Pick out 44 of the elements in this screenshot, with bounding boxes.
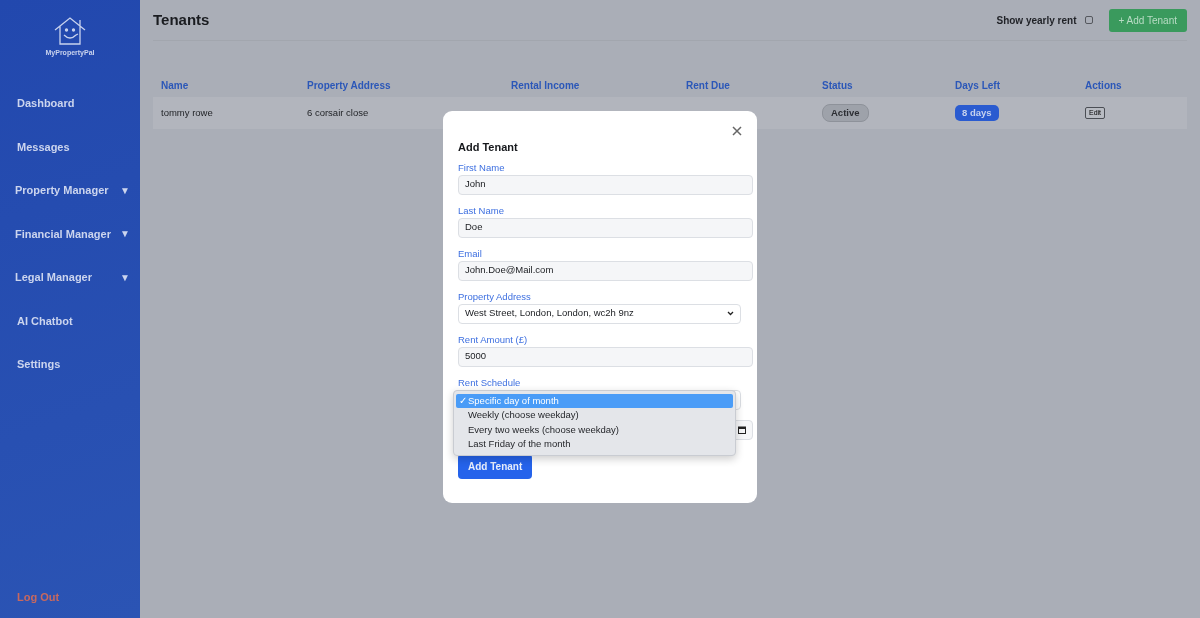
close-icon[interactable] bbox=[730, 123, 744, 137]
column-header: Days Left bbox=[955, 78, 1001, 93]
dropdown-option[interactable]: ✓Specific day of month bbox=[456, 393, 733, 408]
column-header: Status bbox=[822, 78, 854, 93]
sidebar-item[interactable]: Dashboard bbox=[0, 81, 140, 125]
input-field[interactable]: 5000 bbox=[458, 346, 753, 367]
sidebar-item[interactable]: Property Manager ▼ bbox=[0, 168, 140, 212]
status-badge: Active bbox=[822, 103, 869, 123]
field-label: Rent Schedule bbox=[458, 376, 522, 389]
dropdown-option[interactable]: Last Friday of the month bbox=[456, 437, 733, 452]
input-field[interactable]: Doe bbox=[458, 217, 753, 238]
caret-icon: ▼ bbox=[120, 182, 130, 198]
column-header: Actions bbox=[1085, 78, 1123, 93]
caret-icon: ▼ bbox=[120, 226, 130, 242]
sidebar-item[interactable]: Settings bbox=[0, 342, 140, 386]
chevron-icon bbox=[727, 311, 734, 316]
modal-title: Add Tenant bbox=[458, 140, 519, 155]
input-field[interactable]: John bbox=[458, 174, 753, 195]
page-title: Tenants bbox=[153, 11, 210, 29]
table-cell-text: 6 corsair close bbox=[307, 105, 370, 120]
column-header: Name bbox=[161, 78, 190, 93]
days-left-badge: 8 days bbox=[955, 104, 999, 122]
field-label: Property Address bbox=[458, 290, 532, 303]
field-label: Email bbox=[458, 247, 483, 260]
table-cell-text: tommy rowe bbox=[161, 105, 214, 120]
field-label: Last Name bbox=[458, 204, 505, 217]
sidebar-item[interactable]: Legal Manager ▼ bbox=[0, 255, 140, 299]
field-label: First Name bbox=[458, 161, 506, 174]
dropdown-option[interactable]: Every two weeks (choose weekday) bbox=[456, 422, 733, 437]
checkbox[interactable] bbox=[1084, 16, 1093, 24]
column-header: Property Address bbox=[307, 78, 392, 93]
column-header: Rent Due bbox=[686, 78, 731, 93]
sidebar-item[interactable]: Messages bbox=[0, 125, 140, 169]
field-label: Rent Amount (£) bbox=[458, 333, 529, 346]
column-header: Rental Income bbox=[511, 78, 581, 93]
select-field[interactable]: West Street, London, London, wc2h 9nz bbox=[458, 303, 741, 324]
toggle-label: Show yearly rent bbox=[996, 13, 1077, 28]
sidebar-item[interactable]: Financial Manager ▼ bbox=[0, 212, 140, 256]
dropdown-option[interactable]: Weekly (choose weekday) bbox=[456, 408, 733, 423]
input-field[interactable]: John.Doe@Mail.com bbox=[458, 260, 753, 281]
calendar-icon bbox=[738, 425, 746, 434]
house-logo-icon bbox=[53, 16, 87, 46]
sidebar-item[interactable]: AI Chatbot bbox=[0, 299, 140, 343]
caret-icon: ▼ bbox=[120, 269, 130, 285]
